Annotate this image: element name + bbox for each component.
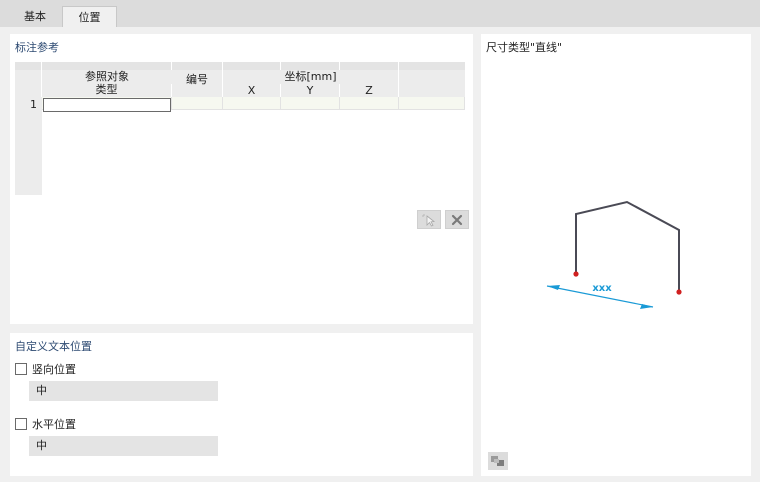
- type-column-label: 类型: [95, 83, 118, 96]
- preview-panel: 尺寸类型"直线" xxx: [481, 34, 751, 476]
- coords-group-label: 坐标[mm]: [284, 70, 337, 83]
- horizontal-position-dropdown[interactable]: 中: [29, 436, 218, 456]
- pick-object-button[interactable]: [417, 210, 441, 229]
- horizontal-position-checkbox[interactable]: [15, 418, 27, 430]
- vertical-position-dropdown[interactable]: 中: [29, 381, 218, 401]
- view-options-icon: [491, 456, 504, 466]
- table-row-cell-extra: [399, 97, 465, 110]
- x-column-header: X: [223, 84, 281, 97]
- tab-content: 标注参考 参照对象 类型 编号 坐标[mm] X Y Z 1 自定义文本位置 竖…: [0, 27, 760, 482]
- z-column-label: Z: [365, 84, 373, 97]
- table-row-cell-number[interactable]: [172, 97, 223, 110]
- ref-object-group-header: 参照对象: [42, 70, 172, 84]
- pick-cursor-icon: [422, 213, 436, 227]
- type-input[interactable]: [43, 98, 171, 112]
- tab-position[interactable]: 位置: [62, 6, 117, 28]
- tab-bar: 基本 位置: [0, 0, 760, 28]
- band-divider: [223, 62, 281, 70]
- dimension-text: xxx: [592, 283, 612, 294]
- dimension-preview-diagram: xxx: [546, 200, 682, 309]
- frame-shape: [575, 200, 680, 292]
- custom-text-panel: 自定义文本位置 竖向位置 中 水平位置 中: [10, 333, 473, 476]
- band-divider: [340, 62, 399, 70]
- x-column-label: X: [247, 84, 256, 97]
- type-column-header: 类型: [42, 84, 172, 97]
- y-column-header: Y: [281, 84, 340, 97]
- vertical-position-checkbox[interactable]: [15, 363, 27, 375]
- tab-basic[interactable]: 基本: [8, 6, 62, 28]
- table-row-cell-z[interactable]: [340, 97, 399, 110]
- row-header-column: [15, 97, 42, 195]
- row-index[interactable]: 1: [15, 98, 37, 111]
- custom-text-panel-title: 自定义文本位置: [15, 340, 92, 353]
- horizontal-position-row[interactable]: 水平位置: [15, 417, 76, 431]
- reference-panel-title: 标注参考: [15, 41, 59, 54]
- table-row-cell-y[interactable]: [281, 97, 340, 110]
- band-divider: [172, 62, 223, 70]
- band-divider: [281, 62, 340, 70]
- delete-row-button[interactable]: [445, 210, 469, 229]
- table-row-cell-x[interactable]: [223, 97, 281, 110]
- ref-object-group-label: 参照对象: [85, 70, 129, 83]
- extra-column-header: [399, 70, 465, 97]
- end-point-marker: [676, 289, 682, 295]
- close-icon: [451, 214, 463, 225]
- band-divider: [42, 62, 172, 70]
- horizontal-position-label: 水平位置: [32, 418, 76, 431]
- coords-group-header: 坐标[mm]: [223, 70, 399, 84]
- vertical-position-label: 竖向位置: [32, 363, 76, 376]
- row-header-corner: [15, 70, 42, 97]
- start-point-marker: [573, 271, 579, 277]
- number-column-label: 编号: [186, 73, 208, 86]
- reference-table: 参照对象 类型 编号 坐标[mm] X Y Z 1: [15, 62, 465, 195]
- y-column-label: Y: [306, 84, 314, 97]
- number-column-header: 编号: [172, 70, 223, 97]
- view-options-button[interactable]: [488, 452, 508, 470]
- band-divider: [15, 62, 42, 70]
- z-column-header: Z: [340, 84, 399, 97]
- vertical-position-row[interactable]: 竖向位置: [15, 362, 76, 376]
- reference-panel: 标注参考 参照对象 类型 编号 坐标[mm] X Y Z 1: [10, 34, 473, 324]
